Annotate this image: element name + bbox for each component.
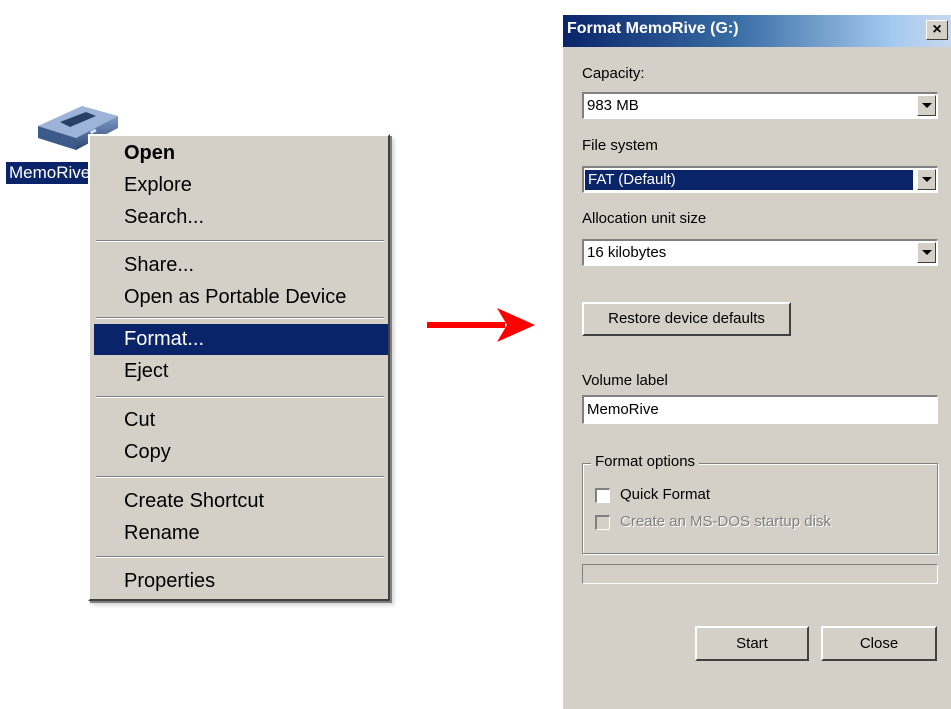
capacity-value: 983 MB xyxy=(587,97,639,114)
menu-item-cut[interactable]: Cut xyxy=(94,405,388,436)
allocation-unit-dropdown[interactable]: 16 kilobytes xyxy=(582,239,938,266)
filesystem-value: FAT (Default) xyxy=(585,170,913,190)
menu-item-rename[interactable]: Rename xyxy=(94,518,388,549)
volume-label-label: Volume label xyxy=(582,372,668,389)
format-dialog: Format MemoRive (G:) × Capacity: 983 MB … xyxy=(562,14,951,709)
start-button[interactable]: Start xyxy=(695,626,809,661)
menu-item-copy[interactable]: Copy xyxy=(94,437,388,468)
restore-defaults-button[interactable]: Restore device defaults xyxy=(582,302,791,336)
menu-item-share[interactable]: Share... xyxy=(94,250,388,281)
menu-item-eject[interactable]: Eject xyxy=(94,356,388,387)
chevron-down-icon[interactable] xyxy=(917,95,936,116)
format-options-group: Format options Quick Format Create an MS… xyxy=(582,453,938,554)
drive-label[interactable]: MemoRive xyxy=(6,162,94,184)
context-menu: Open Explore Search... Share... Open as … xyxy=(88,134,390,601)
menu-item-format[interactable]: Format... xyxy=(94,324,388,355)
title-bar[interactable]: Format MemoRive (G:) × xyxy=(563,15,951,47)
volume-label-input[interactable]: MemoRive xyxy=(582,395,938,424)
filesystem-label: File system xyxy=(582,137,658,154)
menu-item-open-portable-device[interactable]: Open as Portable Device xyxy=(94,282,388,313)
quick-format-checkbox[interactable] xyxy=(595,488,610,503)
chevron-down-icon[interactable] xyxy=(917,169,936,190)
quick-format-label[interactable]: Quick Format xyxy=(620,486,710,503)
menu-item-search[interactable]: Search... xyxy=(94,202,388,233)
menu-separator xyxy=(96,396,384,398)
allocation-unit-value: 16 kilobytes xyxy=(587,244,667,261)
close-button[interactable]: Close xyxy=(821,626,937,661)
menu-separator xyxy=(96,556,384,558)
menu-separator xyxy=(96,476,384,478)
allocation-unit-label: Allocation unit size xyxy=(582,210,707,227)
format-options-title: Format options xyxy=(591,453,700,470)
close-icon[interactable]: × xyxy=(926,20,948,40)
msdos-startup-checkbox xyxy=(595,515,610,530)
msdos-startup-label: Create an MS-DOS startup disk xyxy=(620,513,831,530)
menu-item-properties[interactable]: Properties xyxy=(94,566,388,597)
menu-separator xyxy=(96,240,384,242)
menu-separator xyxy=(96,317,384,319)
capacity-label: Capacity: xyxy=(582,65,645,82)
chevron-down-icon[interactable] xyxy=(917,242,936,263)
menu-item-create-shortcut[interactable]: Create Shortcut xyxy=(94,486,388,517)
menu-item-open[interactable]: Open xyxy=(94,138,388,169)
capacity-dropdown[interactable]: 983 MB xyxy=(582,92,938,119)
format-progress-bar xyxy=(582,564,938,584)
menu-item-explore[interactable]: Explore xyxy=(94,170,388,201)
right-arrow-icon xyxy=(427,305,537,345)
dialog-title: Format MemoRive (G:) xyxy=(567,20,739,37)
filesystem-dropdown[interactable]: FAT (Default) xyxy=(582,166,938,193)
